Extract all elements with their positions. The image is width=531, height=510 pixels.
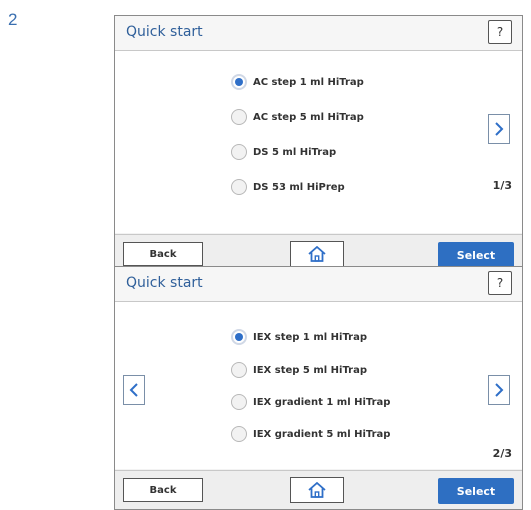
back-button[interactable]: Back [123, 242, 203, 266]
option-label: IEX step 5 ml HiTrap [253, 364, 368, 376]
option-iex-gradient-1ml[interactable]: IEX gradient 1 ml HiTrap [231, 392, 390, 412]
chevron-left-icon [129, 383, 138, 397]
home-button[interactable] [290, 477, 344, 503]
radio-button-selected[interactable] [231, 74, 247, 90]
option-label: DS 5 ml HiTrap [253, 146, 337, 158]
screen-title: Quick start [126, 24, 203, 40]
help-button-label: ? [496, 276, 504, 290]
radio-button[interactable] [231, 109, 247, 125]
help-button[interactable]: ? [488, 271, 512, 295]
back-button-label: Back [149, 248, 177, 260]
option-label: AC step 1 ml HiTrap [253, 76, 364, 88]
option-label: IEX gradient 1 ml HiTrap [253, 396, 391, 408]
option-iex-gradient-5ml[interactable]: IEX gradient 5 ml HiTrap [231, 424, 390, 444]
option-ds-5ml[interactable]: DS 5 ml HiTrap [231, 142, 336, 162]
radio-button[interactable] [231, 179, 247, 195]
help-button-label: ? [496, 25, 504, 39]
option-ac-step-1ml[interactable]: AC step 1 ml HiTrap [231, 72, 364, 92]
radio-button[interactable] [231, 394, 247, 410]
select-button-label: Select [456, 248, 496, 262]
quick-start-screen-page-2: Quick start ? IEX step 1 ml HiTrap IEX s… [114, 266, 523, 510]
select-button[interactable]: Select [438, 478, 514, 504]
option-iex-step-1ml[interactable]: IEX step 1 ml HiTrap [231, 327, 367, 347]
quick-start-screen-page-1: Quick start ? AC step 1 ml HiTrap AC ste… [114, 15, 523, 274]
chevron-right-icon [495, 383, 504, 397]
radio-button[interactable] [231, 426, 247, 442]
previous-page-button[interactable] [123, 375, 145, 405]
home-button[interactable] [290, 241, 344, 267]
select-button-label: Select [456, 484, 496, 498]
option-label: IEX gradient 5 ml HiTrap [253, 428, 391, 440]
radio-button-selected[interactable] [231, 329, 247, 345]
option-ac-step-5ml[interactable]: AC step 5 ml HiTrap [231, 107, 364, 127]
screen-footer: Back Select [115, 470, 522, 509]
home-icon [308, 482, 326, 498]
screen-header: Quick start ? [115, 16, 522, 51]
option-label: IEX step 1 ml HiTrap [253, 331, 368, 343]
page-indicator: 2/3 [492, 447, 512, 460]
radio-button[interactable] [231, 144, 247, 160]
option-label: AC step 5 ml HiTrap [253, 111, 364, 123]
screen-header: Quick start ? [115, 267, 522, 302]
next-page-button[interactable] [488, 114, 510, 144]
next-page-button[interactable] [488, 375, 510, 405]
page-indicator: 1/3 [492, 179, 512, 192]
chevron-right-icon [495, 122, 504, 136]
radio-button[interactable] [231, 362, 247, 378]
option-ds-53ml[interactable]: DS 53 ml HiPrep [231, 177, 345, 197]
option-label: DS 53 ml HiPrep [253, 181, 345, 193]
step-number: 2 [8, 10, 18, 29]
back-button[interactable]: Back [123, 478, 203, 502]
screen-title: Quick start [126, 275, 203, 291]
options-list: AC step 1 ml HiTrap AC step 5 ml HiTrap … [115, 51, 522, 233]
home-icon [308, 246, 326, 262]
option-iex-step-5ml[interactable]: IEX step 5 ml HiTrap [231, 360, 367, 380]
options-list: IEX step 1 ml HiTrap IEX step 5 ml HiTra… [115, 302, 522, 469]
help-button[interactable]: ? [488, 20, 512, 44]
back-button-label: Back [149, 484, 177, 496]
select-button[interactable]: Select [438, 242, 514, 268]
